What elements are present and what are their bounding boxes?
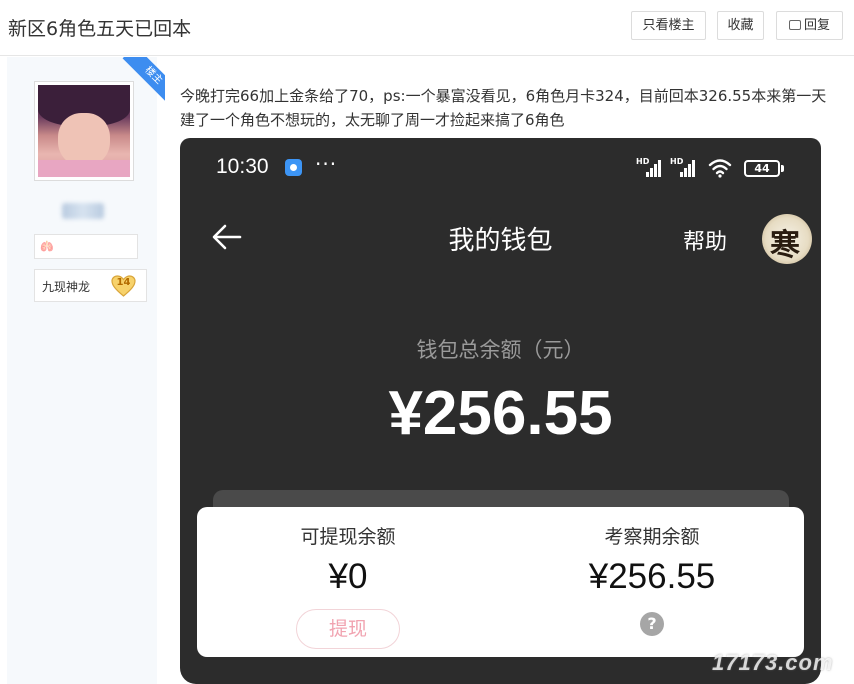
battery-icon: 44 (744, 160, 780, 177)
post-title: 新区6角色五天已回本 (8, 18, 192, 40)
status-time: 10:30 (216, 155, 269, 178)
total-balance-amount: ¥256.55 (388, 379, 613, 448)
wifi-icon (708, 158, 732, 178)
post-body: 今晚打完66加上金条给了70，ps:一个暴富没看见，6角色月卡324，目前回本3… (180, 87, 827, 129)
profile-avatar-char: 寒 (770, 228, 800, 263)
rank-badge-label: 九现神龙 (42, 280, 91, 294)
status-more-dots: ··· (315, 152, 338, 176)
help-link[interactable]: 帮助 (683, 224, 727, 256)
review-period-amount: ¥256.55 (588, 557, 716, 596)
reply-label: 回复 (803, 18, 830, 33)
favorite-button[interactable]: 收藏 (717, 11, 764, 40)
rank-badge: 九现神龙 14 (34, 269, 147, 302)
post-header: 新区6角色五天已回本 只看楼主 收藏 回复 (0, 0, 854, 56)
reply-button[interactable]: 回复 (776, 11, 843, 40)
avatar-image (38, 85, 130, 177)
balance-card: 可提现余额 ¥0 提现 考察期余额 ¥256.55 ? (197, 507, 804, 657)
only-owner-button[interactable]: 只看楼主 (631, 11, 706, 40)
withdraw-button[interactable]: 提现 (296, 609, 400, 649)
level-number: 14 (116, 277, 131, 288)
level-heart-icon: 14 (111, 275, 136, 297)
total-balance-label: 钱包总余额（元） (416, 338, 585, 362)
username-blurred[interactable] (62, 203, 104, 219)
avatar[interactable] (34, 81, 134, 181)
site-watermark: 17173.com (712, 650, 834, 675)
withdrawable-amount: ¥0 (328, 557, 368, 596)
review-period-label: 考察期余额 (604, 526, 700, 548)
signal-icon: HD (636, 157, 662, 177)
reply-icon (788, 20, 801, 30)
wallet-screenshot: 10:30 ··· HD HD 44 我的钱包 帮助 寒 钱包总余额（元） ¥2… (180, 138, 821, 684)
app-notification-icon (285, 159, 302, 176)
signal-icon-2: HD (670, 157, 696, 177)
question-icon[interactable]: ? (640, 612, 664, 636)
profile-avatar[interactable]: 寒 (762, 214, 812, 264)
lungs-icon: 🫁 (40, 240, 54, 253)
medal-badge: 🫁 (34, 234, 138, 259)
battery-tip (781, 165, 784, 172)
withdrawable-label: 可提现余额 (300, 526, 396, 548)
author-panel: 楼主 🫁 九现神龙 14 (7, 57, 165, 684)
